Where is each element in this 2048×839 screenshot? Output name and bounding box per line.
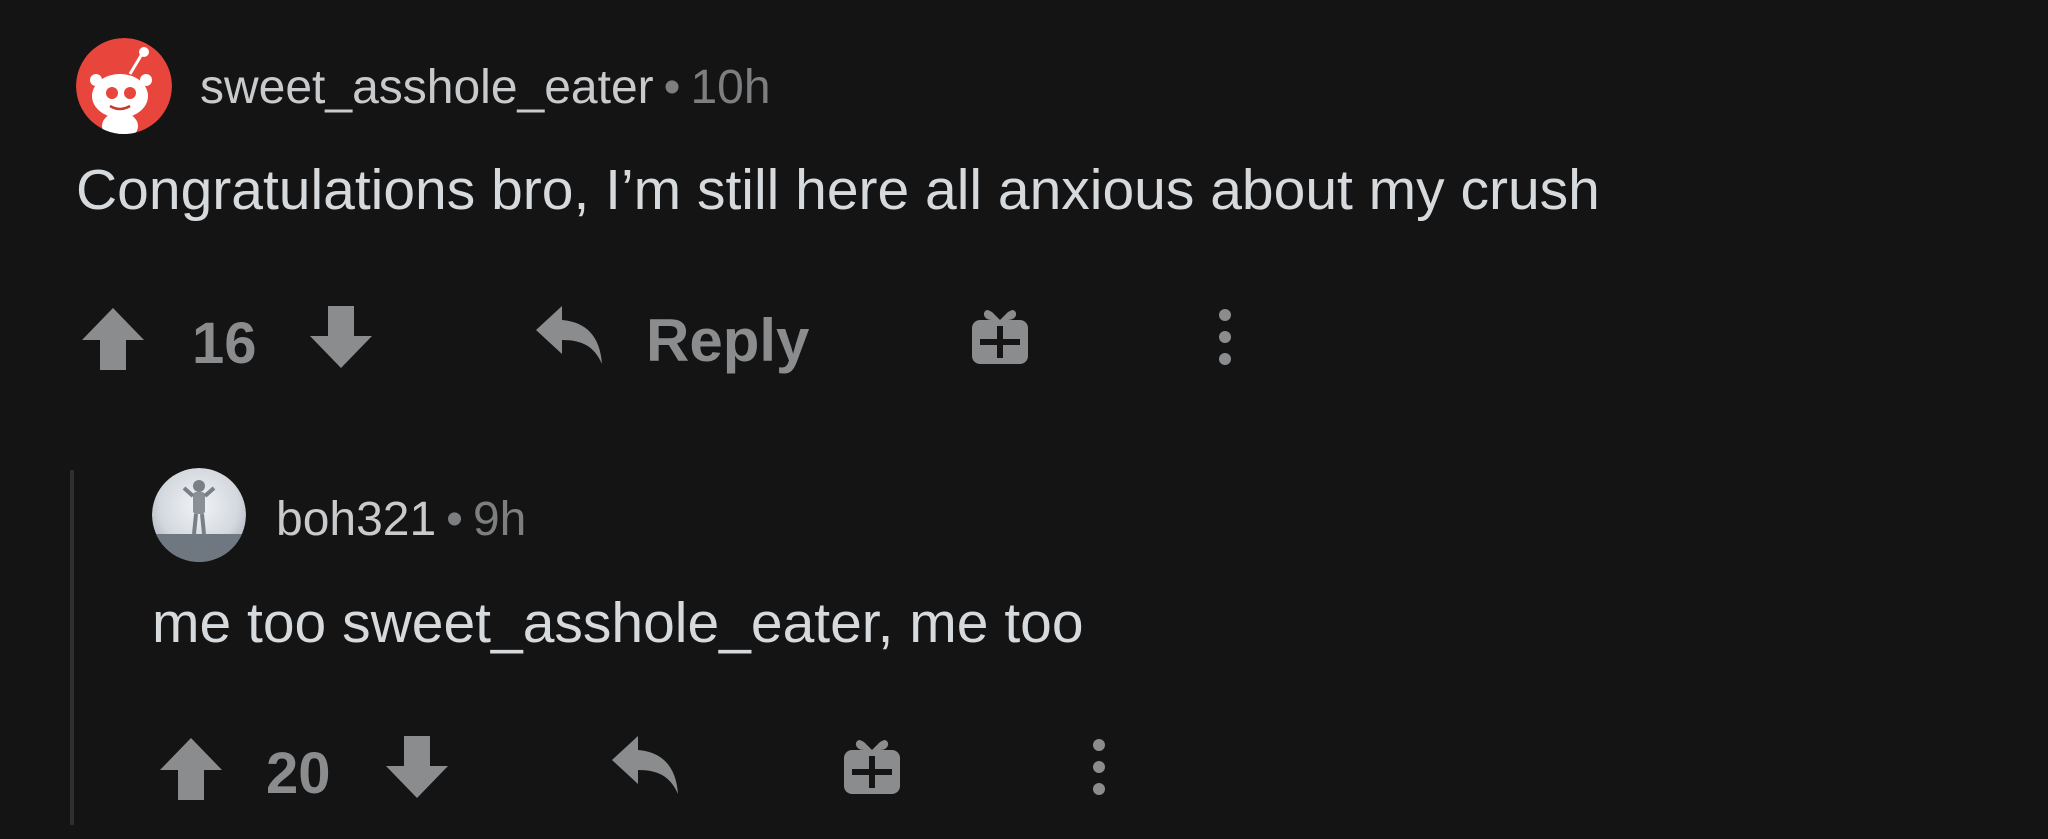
- separator-dot: •: [446, 493, 463, 546]
- downvote-icon[interactable]: [310, 306, 372, 368]
- gift-award-icon[interactable]: [842, 736, 902, 796]
- timestamp: 9h: [472, 493, 527, 546]
- comment-header: sweet_asshole_eater • 10h: [200, 60, 771, 115]
- upvote-icon[interactable]: [82, 308, 144, 370]
- downvote-icon[interactable]: [386, 736, 448, 798]
- timestamp: 10h: [690, 61, 771, 114]
- user-photo-avatar-icon: [152, 468, 246, 562]
- reply-button[interactable]: Reply: [646, 306, 809, 375]
- user-avatar[interactable]: [152, 468, 246, 562]
- comment-body: me too sweet_asshole_eater, me too: [152, 591, 1084, 655]
- reply-arrow-icon[interactable]: [536, 306, 604, 368]
- gift-award-icon[interactable]: [970, 306, 1030, 366]
- snoo-avatar-icon: [76, 38, 172, 134]
- vote-count: 20: [266, 741, 331, 806]
- separator-dot: •: [663, 61, 681, 114]
- more-options-icon[interactable]: [1090, 736, 1108, 798]
- username[interactable]: boh321: [276, 492, 436, 547]
- comment-header: boh321 • 9h: [276, 492, 526, 547]
- username[interactable]: sweet_asshole_eater: [200, 60, 654, 115]
- comment-body: Congratulations bro, I’m still here all …: [76, 158, 1600, 222]
- user-avatar[interactable]: [76, 38, 172, 134]
- vote-count: 16: [192, 311, 257, 376]
- more-options-icon[interactable]: [1216, 306, 1234, 368]
- thread-line[interactable]: [70, 470, 74, 825]
- reply-arrow-icon[interactable]: [612, 736, 680, 798]
- upvote-icon[interactable]: [160, 738, 222, 800]
